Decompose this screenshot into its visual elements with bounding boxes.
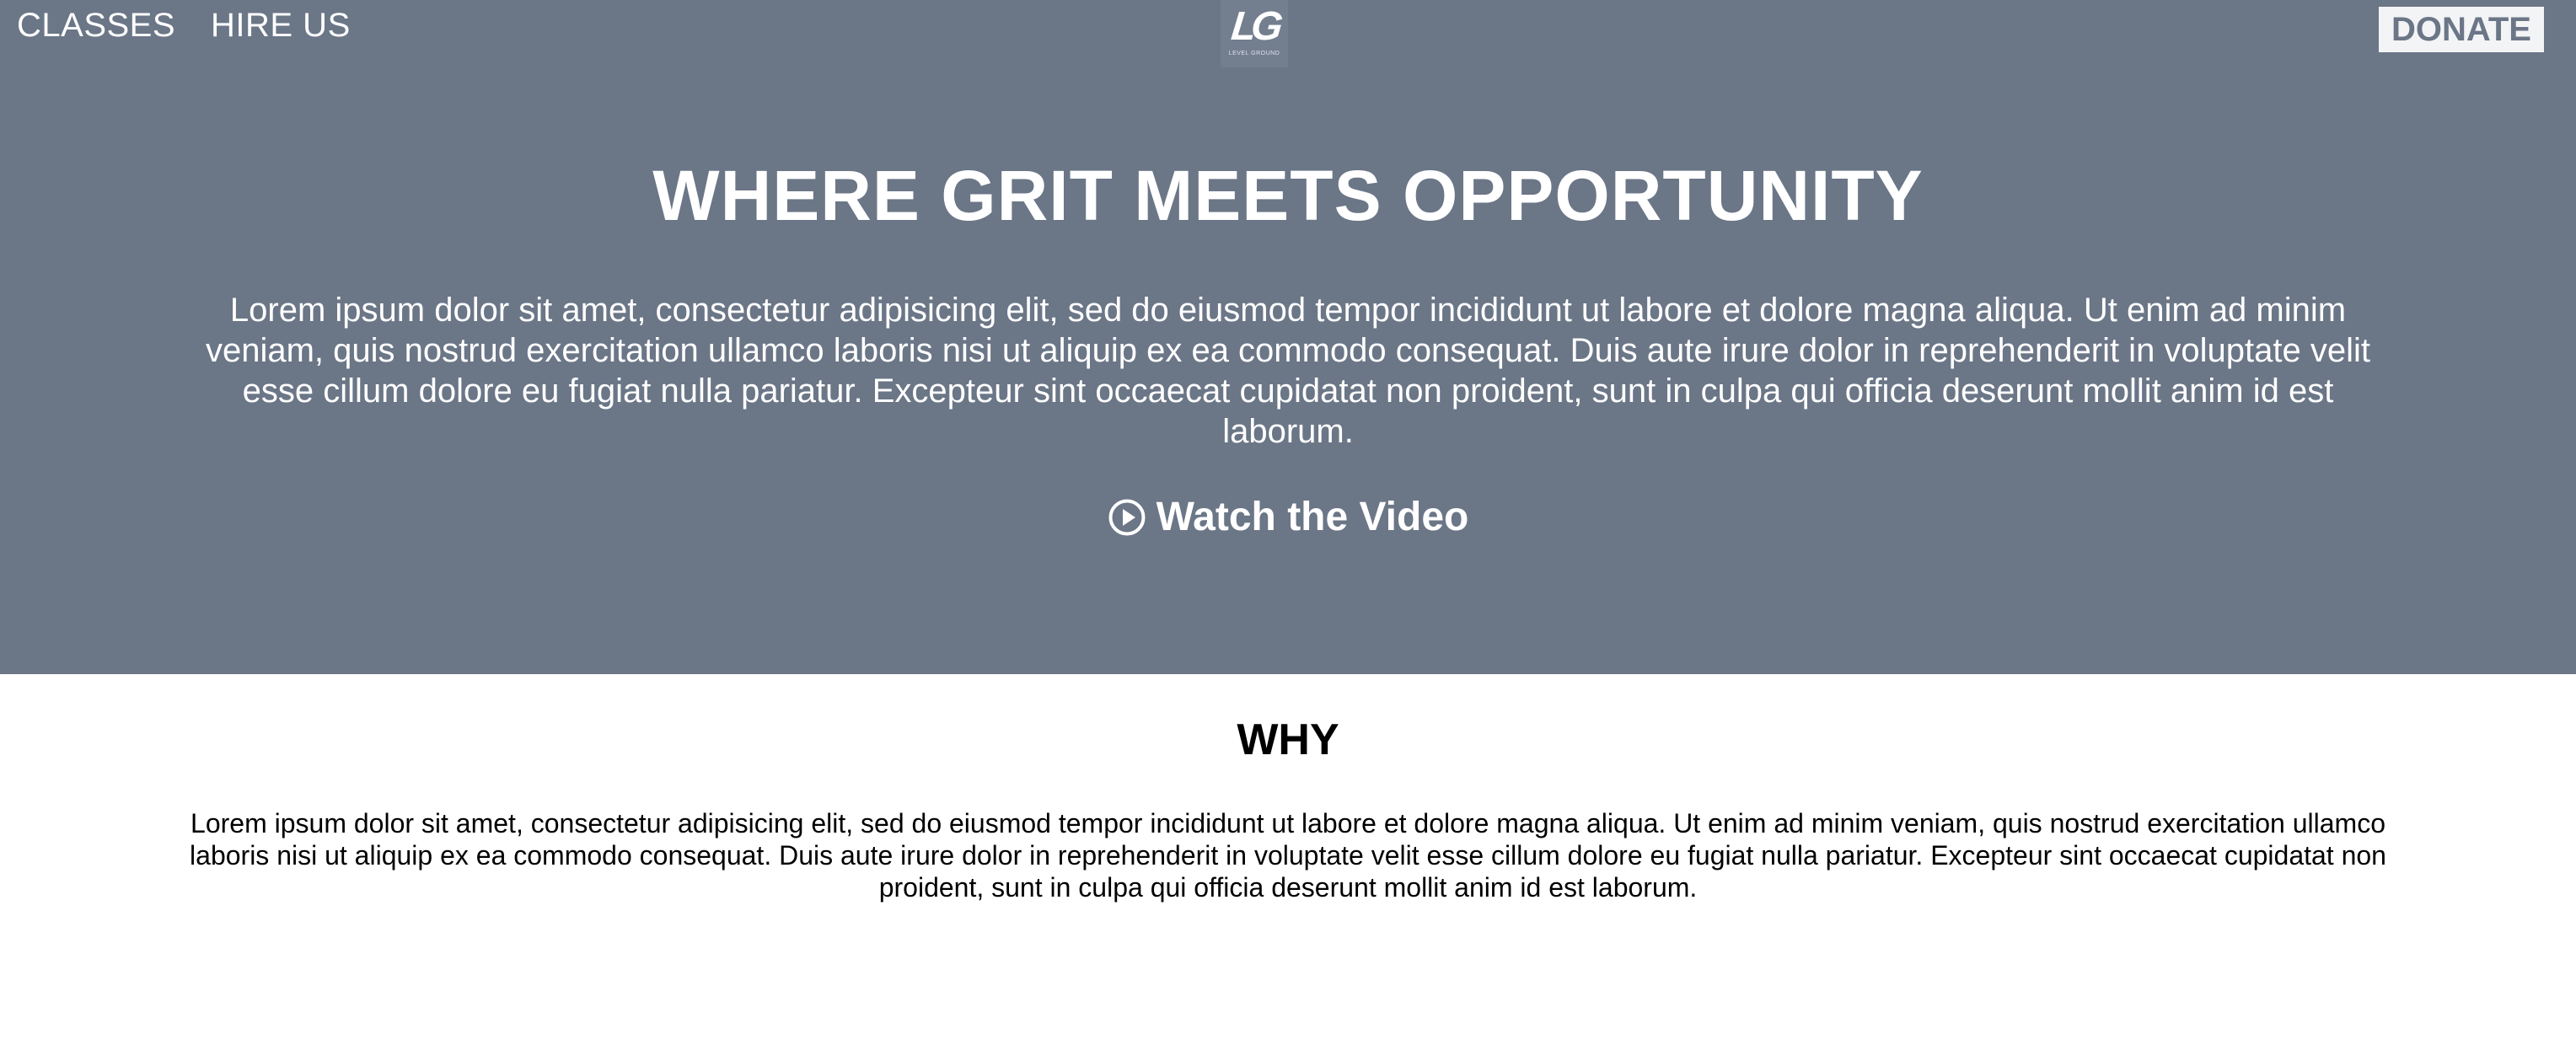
watch-video-link[interactable]: Watch the Video: [1108, 494, 1469, 541]
watch-video-row: Watch the Video: [0, 494, 2576, 541]
nav-link-classes[interactable]: CLASSES: [17, 5, 175, 46]
watch-video-label: Watch the Video: [1156, 495, 1469, 539]
why-description: Lorem ipsum dolor sit amet, consectetur …: [190, 808, 2386, 903]
donate-button[interactable]: DONATE: [2379, 7, 2544, 52]
hero-title: WHERE GRIT MEETS OPPORTUNITY: [652, 156, 1924, 235]
site-logo[interactable]: LG LEVEL GROUND: [1221, 0, 1288, 67]
logo-caption: LEVEL GROUND: [1228, 51, 1280, 56]
play-circle-icon: [1108, 499, 1146, 536]
hero-description: Lorem ipsum dolor sit amet, consectetur …: [205, 292, 2371, 450]
nav-link-hire-us[interactable]: HIRE US: [211, 5, 351, 46]
logo-mark: LG: [1228, 4, 1280, 49]
hero-section: CLASSES HIRE US LG LEVEL GROUND DONATE W…: [0, 0, 2576, 674]
why-title: WHY: [1237, 715, 1339, 764]
